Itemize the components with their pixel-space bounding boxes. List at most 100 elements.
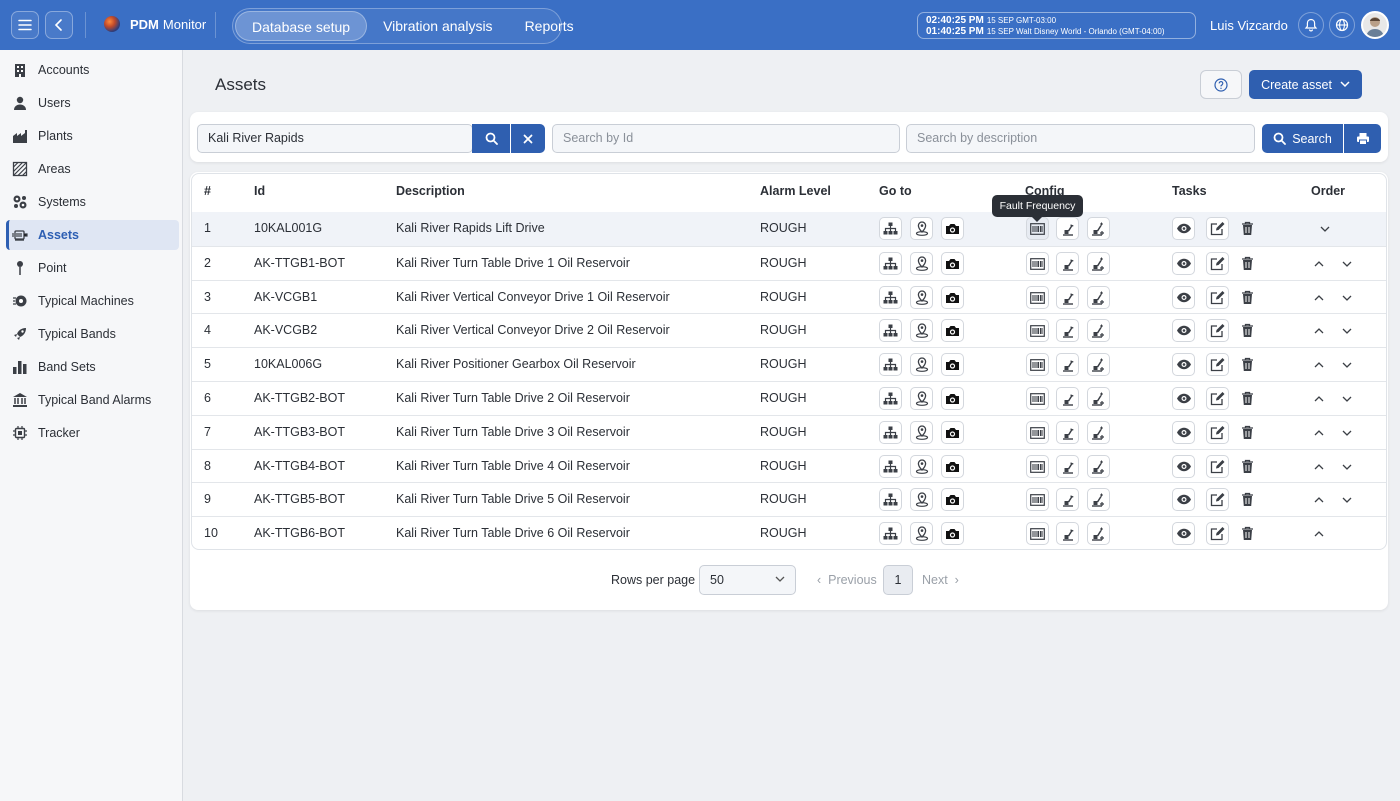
config-sensor-button[interactable]	[1056, 252, 1079, 275]
view-button[interactable]	[1172, 353, 1195, 376]
previous-page-button[interactable]: ‹ Previous	[817, 573, 877, 587]
goto-hierarchy-button[interactable]	[879, 286, 902, 309]
sidebar-item-areas[interactable]: Areas	[6, 154, 179, 184]
tab-reports[interactable]: Reports	[509, 11, 590, 41]
goto-photo-button[interactable]	[941, 488, 964, 511]
goto-location-button[interactable]	[910, 488, 933, 511]
move-down-button[interactable]	[1341, 393, 1353, 405]
config-sensor-add-button[interactable]	[1087, 353, 1110, 376]
move-up-button[interactable]	[1313, 427, 1325, 439]
goto-location-button[interactable]	[910, 455, 933, 478]
fault-frequency-button[interactable]	[1026, 421, 1049, 444]
goto-hierarchy-button[interactable]	[879, 421, 902, 444]
goto-photo-button[interactable]	[941, 319, 964, 342]
rows-per-page-select[interactable]: 50	[699, 565, 796, 595]
help-button[interactable]	[1200, 70, 1242, 99]
view-button[interactable]	[1172, 455, 1195, 478]
delete-button[interactable]	[1236, 488, 1259, 511]
config-sensor-add-button[interactable]	[1087, 421, 1110, 444]
move-down-button[interactable]	[1319, 223, 1331, 235]
avatar[interactable]	[1361, 11, 1389, 39]
fault-frequency-button[interactable]	[1026, 488, 1049, 511]
config-sensor-add-button[interactable]	[1087, 319, 1110, 342]
sidebar-item-assets[interactable]: Assets	[6, 220, 179, 250]
table-row[interactable]: 5 10KAL006G Kali River Positioner Gearbox …	[192, 347, 1386, 381]
move-down-button[interactable]	[1341, 258, 1353, 270]
config-sensor-add-button[interactable]	[1087, 387, 1110, 410]
notifications-button[interactable]	[1298, 12, 1324, 38]
goto-location-button[interactable]	[910, 421, 933, 444]
config-sensor-button[interactable]	[1056, 387, 1079, 410]
table-row[interactable]: 4 AK-VCGB2 Kali River Vertical Conveyor Dr…	[192, 313, 1386, 347]
view-button[interactable]	[1172, 421, 1195, 444]
view-button[interactable]	[1172, 488, 1195, 511]
sidebar-item-typical-band-alarms[interactable]: Typical Band Alarms	[6, 385, 179, 415]
search-button[interactable]: Search	[1262, 124, 1343, 153]
tab-vibration-analysis[interactable]: Vibration analysis	[367, 11, 508, 41]
config-sensor-button[interactable]	[1056, 522, 1079, 545]
config-sensor-add-button[interactable]	[1087, 455, 1110, 478]
table-row[interactable]: 9 AK-TTGB5-BOT Kali River Turn Table Drive…	[192, 482, 1386, 516]
edit-button[interactable]	[1206, 455, 1229, 478]
move-up-button[interactable]	[1313, 325, 1325, 337]
config-sensor-add-button[interactable]	[1087, 522, 1110, 545]
config-sensor-add-button[interactable]	[1087, 286, 1110, 309]
move-down-button[interactable]	[1341, 292, 1353, 304]
app-brand[interactable]: PDM Monitor	[104, 16, 206, 32]
edit-button[interactable]	[1206, 286, 1229, 309]
move-up-button[interactable]	[1313, 494, 1325, 506]
config-sensor-button[interactable]	[1056, 286, 1079, 309]
edit-button[interactable]	[1206, 522, 1229, 545]
next-page-button[interactable]: Next ›	[922, 573, 959, 587]
move-up-button[interactable]	[1313, 359, 1325, 371]
table-row[interactable]: 1 10KAL001G Kali River Rapids Lift Drive RO…	[192, 212, 1386, 246]
goto-location-button[interactable]	[910, 252, 933, 275]
user-name[interactable]: Luis Vizcardo	[1210, 18, 1288, 33]
goto-location-button[interactable]	[910, 522, 933, 545]
description-search-input[interactable]: Search by description	[906, 124, 1255, 153]
column-header-id[interactable]: Id	[254, 184, 265, 198]
move-down-button[interactable]	[1341, 427, 1353, 439]
goto-photo-button[interactable]	[941, 252, 964, 275]
page-1-button[interactable]: 1	[883, 565, 913, 595]
table-row[interactable]: 6 AK-TTGB2-BOT Kali River Turn Table Drive…	[192, 381, 1386, 415]
column-header-alarm-level[interactable]: Alarm Level	[760, 184, 831, 198]
move-down-button[interactable]	[1341, 494, 1353, 506]
plant-search-button[interactable]	[472, 124, 510, 153]
back-button[interactable]	[45, 11, 73, 39]
fault-frequency-button[interactable]	[1026, 455, 1049, 478]
plant-search-input[interactable]: Kali River Rapids	[197, 124, 473, 153]
move-up-button[interactable]	[1313, 393, 1325, 405]
edit-button[interactable]	[1206, 252, 1229, 275]
view-button[interactable]	[1172, 387, 1195, 410]
table-row[interactable]: 2 AK-TTGB1-BOT Kali River Turn Table Drive…	[192, 246, 1386, 280]
clear-plant-button[interactable]	[511, 124, 545, 153]
move-up-button[interactable]	[1313, 292, 1325, 304]
goto-photo-button[interactable]	[941, 387, 964, 410]
delete-button[interactable]	[1236, 387, 1259, 410]
menu-toggle-button[interactable]	[11, 11, 39, 39]
move-up-button[interactable]	[1313, 258, 1325, 270]
table-row[interactable]: 3 AK-VCGB1 Kali River Vertical Conveyor Dr…	[192, 280, 1386, 314]
config-sensor-button[interactable]	[1056, 455, 1079, 478]
delete-button[interactable]	[1236, 353, 1259, 376]
sidebar-item-typical-machines[interactable]: Typical Machines	[6, 286, 179, 316]
goto-photo-button[interactable]	[941, 353, 964, 376]
delete-button[interactable]	[1236, 217, 1259, 240]
tab-database-setup[interactable]: Database setup	[235, 11, 368, 41]
column-header-description[interactable]: Description	[396, 184, 465, 198]
fault-frequency-button[interactable]	[1026, 319, 1049, 342]
delete-button[interactable]	[1236, 522, 1259, 545]
config-sensor-button[interactable]	[1056, 217, 1079, 240]
move-down-button[interactable]	[1341, 461, 1353, 473]
sidebar-item-point[interactable]: Point	[6, 253, 179, 283]
id-search-input[interactable]: Search by Id	[552, 124, 900, 153]
fault-frequency-button[interactable]	[1026, 522, 1049, 545]
edit-button[interactable]	[1206, 217, 1229, 240]
goto-photo-button[interactable]	[941, 217, 964, 240]
edit-button[interactable]	[1206, 319, 1229, 342]
move-down-button[interactable]	[1341, 359, 1353, 371]
create-asset-button[interactable]: Create asset	[1249, 70, 1362, 99]
delete-button[interactable]	[1236, 455, 1259, 478]
delete-button[interactable]	[1236, 252, 1259, 275]
